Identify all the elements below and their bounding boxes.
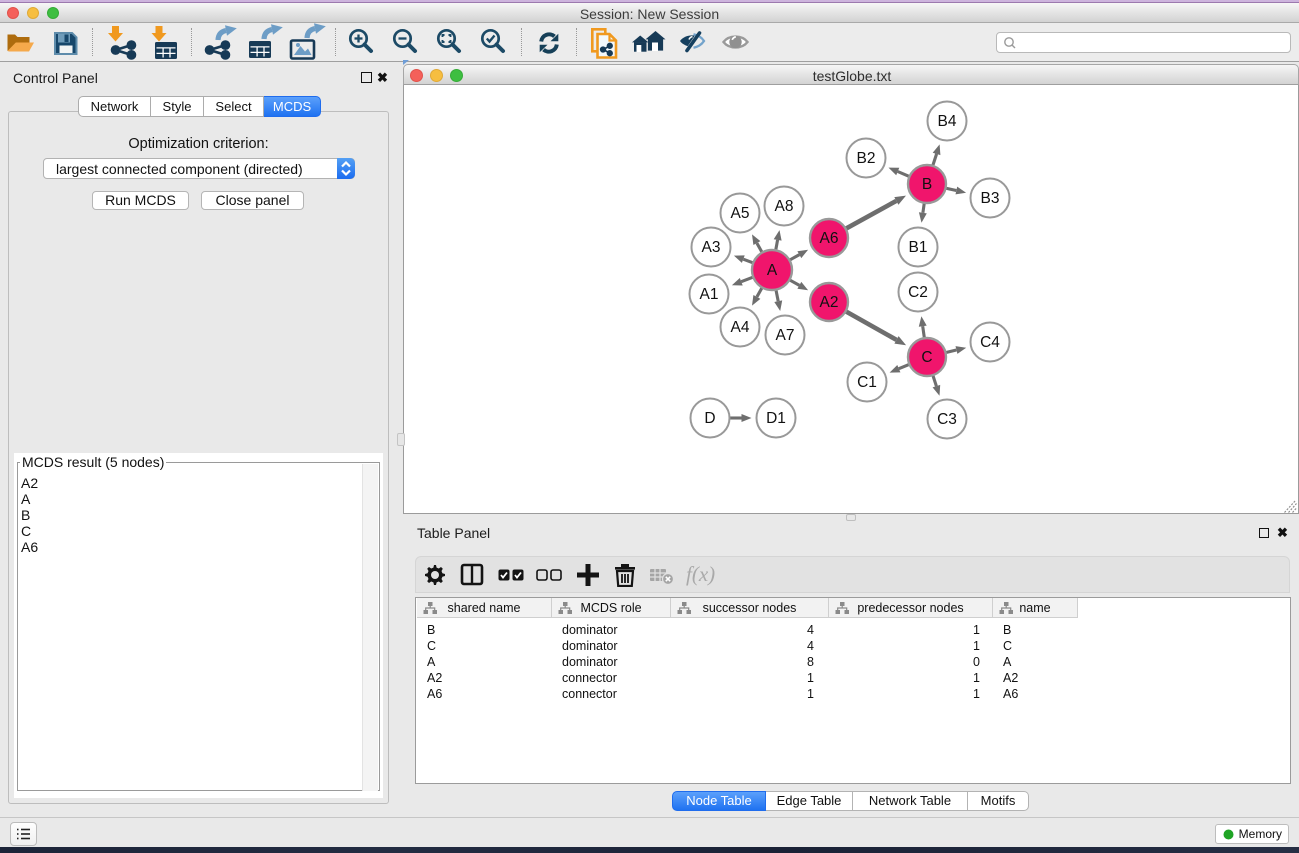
svg-text:C2: C2 (908, 284, 928, 301)
svg-text:D: D (704, 410, 715, 427)
svg-text:A: A (767, 262, 778, 279)
svg-text:C: C (921, 349, 932, 366)
svg-text:B1: B1 (909, 239, 928, 256)
svg-text:B: B (922, 176, 932, 193)
svg-text:A3: A3 (702, 239, 721, 256)
svg-text:A7: A7 (776, 327, 795, 344)
svg-text:B3: B3 (981, 190, 1000, 207)
svg-text:C3: C3 (937, 411, 957, 428)
svg-text:A2: A2 (820, 294, 839, 311)
svg-text:C1: C1 (857, 374, 877, 391)
svg-text:A5: A5 (731, 205, 750, 222)
svg-text:A8: A8 (775, 198, 794, 215)
svg-text:A4: A4 (731, 319, 750, 336)
svg-text:D1: D1 (766, 410, 786, 427)
svg-text:A1: A1 (700, 286, 719, 303)
svg-text:B2: B2 (857, 150, 876, 167)
svg-text:B4: B4 (938, 113, 957, 130)
svg-text:A6: A6 (820, 230, 839, 247)
svg-text:C4: C4 (980, 334, 1000, 351)
